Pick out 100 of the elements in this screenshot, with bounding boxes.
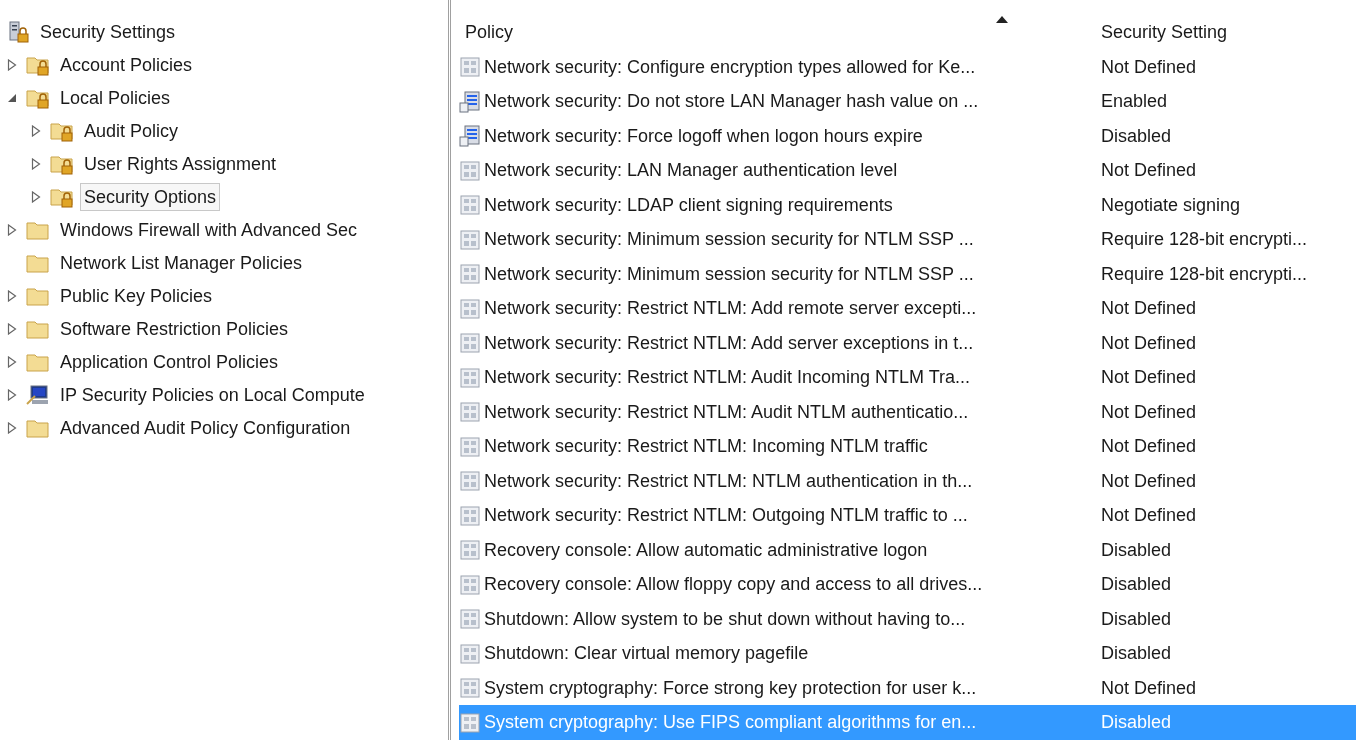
expand-arrow-icon[interactable] [31, 157, 41, 170]
policy-name: Network security: Restrict NTLM: Add server exceptions in t... [484, 331, 974, 355]
tree-item[interactable]: IP Security Policies on Local Compute [56, 380, 369, 409]
policy-name: Network security: LDAP client signing requirements [484, 193, 893, 217]
setting-value: Negotiate signing [1101, 193, 1241, 217]
setting-value: Not Defined [1101, 331, 1197, 355]
expand-arrow-icon[interactable] [31, 124, 41, 137]
policy-document-icon [459, 366, 481, 389]
policy-name: Network security: Restrict NTLM: Audit NTLM authenticatio... [484, 400, 969, 424]
setting-value: Not Defined [1101, 297, 1197, 321]
policy-name: Recovery console: Allow floppy copy and access to all drives... [484, 573, 983, 597]
policy-document-icon [459, 401, 481, 424]
policy-name: Network security: Force logoff when logon hours expire [484, 124, 923, 148]
expand-arrow-icon[interactable] [7, 421, 17, 434]
policy-name: Recovery console: Allow automatic administrative logon [484, 538, 928, 562]
table-row[interactable]: Network security: Minimum session security for NTLM SSP ... Require 128-bit encrypti... [459, 256, 1356, 292]
setting-value: Enabled [1101, 90, 1168, 114]
policy-name: Network security: Do not store LAN Manager hash value on ... [484, 90, 979, 114]
registry-icon [459, 90, 481, 113]
tree-item[interactable]: Advanced Audit Policy Configuration [56, 413, 355, 442]
table-row[interactable]: Network security: Minimum session security for NTLM SSP ... Require 128-bit encrypti... [459, 222, 1356, 257]
policy-document-icon [459, 332, 481, 355]
table-row[interactable]: Network security: LAN Manager authentication level Not Defined [459, 153, 1356, 188]
tree-item[interactable]: Security Options [80, 182, 221, 211]
column-header[interactable]: Policy [459, 19, 1101, 47]
sort-arrow-icon [996, 16, 1008, 23]
computer-icon [26, 383, 50, 406]
policy-document-icon [459, 435, 481, 458]
tree-item[interactable]: Network List Manager Policies [56, 248, 307, 277]
tree-item[interactable]: Windows Firewall with Advanced Sec [56, 215, 362, 244]
table-row[interactable]: Network security: Restrict NTLM: Audit NTLM authenticatio... Not Defined [459, 394, 1356, 430]
setting-value: Disabled [1101, 711, 1172, 735]
table-row[interactable]: Network security: Do not store LAN Manager hash value on ... Enabled [459, 84, 1356, 119]
tree-item[interactable]: Public Key Policies [56, 281, 217, 310]
table-row[interactable]: Network security: Restrict NTLM: Audit Incoming NTLM Tra... Not Defined [459, 360, 1356, 395]
setting-value: Disabled [1101, 573, 1172, 597]
policy-document-icon [459, 159, 481, 182]
table-row[interactable]: Network security: Restrict NTLM: Add server exceptions in t... Not Defined [459, 325, 1356, 361]
table-row[interactable]: Network security: Restrict NTLM: Outgoing NTLM traffic to ... Not Defined [459, 498, 1356, 533]
policy-name: Network security: Restrict NTLM: Audit Incoming NTLM Tra... [484, 366, 971, 390]
table-row[interactable]: Recovery console: Allow automatic administrative logon Disabled [459, 532, 1356, 568]
table-row[interactable]: Network security: Force logoff when logon hours expire Disabled [459, 118, 1356, 154]
policy-name: Shutdown: Clear virtual memory pagefile [484, 642, 809, 666]
expand-arrow-icon[interactable] [7, 322, 17, 335]
table-row[interactable]: Shutdown: Allow system to be shut down without having to... Disabled [459, 601, 1356, 637]
setting-value: Require 128-bit encrypti... [1101, 262, 1308, 286]
expand-arrow-icon[interactable] [7, 223, 17, 236]
table-row[interactable]: Network security: Restrict NTLM: NTLM authentication in th... Not Defined [459, 463, 1356, 499]
policy-name: System cryptography: Force strong key protection for user k... [484, 676, 977, 700]
policy-name: Shutdown: Allow system to be shut down without having to... [484, 607, 966, 631]
table-row[interactable]: Network security: Restrict NTLM: Add remote server excepti... Not Defined [459, 291, 1356, 326]
setting-value: Not Defined [1101, 55, 1197, 79]
collapse-arrow-icon[interactable] [7, 92, 17, 103]
table-row[interactable]: System cryptography: Force strong key protection for user k... Not Defined [459, 670, 1356, 706]
setting-value: Not Defined [1101, 469, 1197, 493]
setting-value: Not Defined [1101, 366, 1197, 390]
tree-item[interactable]: Audit Policy [80, 116, 183, 145]
tree-item[interactable]: User Rights Assignment [80, 149, 281, 178]
tree-item[interactable]: Software Restriction Policies [56, 314, 293, 343]
expand-arrow-icon[interactable] [7, 355, 17, 368]
setting-value: Require 128-bit encrypti... [1101, 228, 1308, 252]
table-row[interactable]: Network security: Configure encryption types allowed for Ke... Not Defined [459, 49, 1356, 85]
setting-value: Disabled [1101, 538, 1172, 562]
policy-document-icon [459, 228, 481, 251]
setting-value: Disabled [1101, 642, 1172, 666]
policy-document-icon [459, 573, 481, 596]
policy-name: Network security: Restrict NTLM: Incoming NTLM traffic [484, 435, 928, 459]
expand-arrow-icon[interactable] [7, 289, 17, 302]
expand-arrow-icon[interactable] [7, 388, 17, 401]
tree-item[interactable]: Account Policies [56, 50, 197, 79]
table-row[interactable]: Network security: Restrict NTLM: Incoming NTLM traffic Not Defined [459, 429, 1356, 464]
tree-item[interactable]: Security Settings [36, 17, 180, 46]
policy-document-icon [459, 642, 481, 665]
policy-name: Network security: LAN Manager authentication level [484, 159, 898, 183]
policy-document-icon [459, 56, 481, 79]
policy-name: Network security: Minimum session security for NTLM SSP ... [484, 262, 974, 286]
policy-document-icon [459, 194, 481, 217]
expand-arrow-icon[interactable] [7, 58, 17, 71]
policy-document-icon [459, 539, 481, 562]
policy-name: Network security: Restrict NTLM: NTLM authentication in th... [484, 469, 973, 493]
policy-document-icon [459, 608, 481, 631]
policy-document-icon [459, 711, 481, 734]
registry-icon [459, 125, 481, 148]
setting-value: Not Defined [1101, 504, 1197, 528]
column-header[interactable]: Security Setting [1101, 19, 1228, 47]
policy-document-icon [459, 263, 481, 286]
policy-name: Network security: Restrict NTLM: Outgoing NTLM traffic to ... [484, 504, 968, 528]
server-lock-icon [8, 20, 30, 43]
setting-value: Not Defined [1101, 159, 1197, 183]
tree-item[interactable]: Local Policies [56, 83, 175, 112]
policy-name: Network security: Configure encryption types allowed for Ke... [484, 55, 976, 79]
policy-name: Network security: Minimum session security for NTLM SSP ... [484, 228, 974, 252]
tree-item[interactable]: Application Control Policies [56, 347, 283, 376]
expand-arrow-icon[interactable] [31, 190, 41, 203]
setting-value: Disabled [1101, 124, 1172, 148]
setting-value: Not Defined [1101, 400, 1197, 424]
table-row[interactable]: Recovery console: Allow floppy copy and access to all drives... Disabled [459, 567, 1356, 602]
table-row[interactable]: Network security: LDAP client signing requirements Negotiate signing [459, 187, 1356, 223]
table-row[interactable]: Shutdown: Clear virtual memory pagefile Disabled [459, 636, 1356, 671]
setting-value: Disabled [1101, 607, 1172, 631]
